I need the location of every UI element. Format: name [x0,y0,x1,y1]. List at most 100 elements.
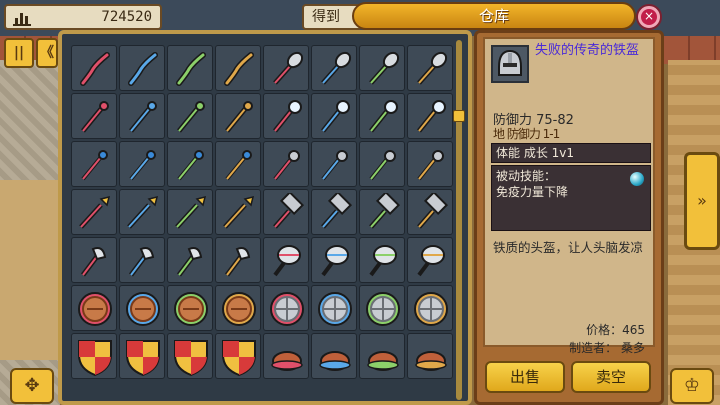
orbwand-icon [369,100,398,133]
item-name: 失败的传奇的铁盔 [535,43,640,58]
inventory-slot[interactable] [215,141,261,187]
rod-icon [225,150,252,181]
battleaxe-icon [273,245,301,277]
inventory-slot[interactable] [71,189,117,235]
kite-icon [222,340,256,377]
inventory-slot[interactable] [359,189,405,235]
axe-icon [177,247,203,277]
inventory-slot[interactable] [215,237,261,283]
inventory-slot[interactable] [359,237,405,283]
inventory-slot[interactable] [359,45,405,91]
item-maker: 制造者： 桑多 [569,341,645,355]
inventory-slot[interactable] [119,333,165,379]
inventory-slot[interactable] [407,141,453,187]
inventory-slot[interactable] [407,93,453,139]
inventory-slot[interactable] [263,141,309,187]
close-button[interactable]: × [636,4,662,30]
sell-all-button[interactable]: 卖空 [571,361,651,393]
inventory-slot[interactable] [311,45,357,91]
inventory-slot[interactable] [263,285,309,331]
inventory-slot[interactable] [359,333,405,379]
inventory-slot[interactable] [215,189,261,235]
orbwand-icon [321,100,350,133]
next-page-button[interactable]: » [684,152,720,250]
inventory-slot[interactable] [119,93,165,139]
skill-title: 被动技能： [496,169,557,183]
inventory-panel [58,30,472,405]
inventory-slot[interactable] [167,333,213,379]
inventory-slot[interactable] [407,237,453,283]
inventory-slot[interactable] [407,333,453,379]
inventory-slot[interactable] [407,189,453,235]
inventory-slot[interactable] [119,237,165,283]
skill-orb-icon[interactable] [630,172,644,186]
pause-button[interactable]: || [4,38,34,68]
inventory-slot[interactable] [167,45,213,91]
kite-icon [126,340,160,377]
item-detail-card: 失败的传奇的铁盔 防御力 75-82 地 防御力 1-1 体能 成长 1v1 被… [483,37,655,355]
inventory-slot[interactable] [407,45,453,91]
page-title: 仓库 [352,2,636,30]
inventory-scrollbar[interactable] [456,40,462,400]
inventory-slot[interactable] [407,285,453,331]
staff-icon [128,52,158,86]
inventory-slot[interactable] [311,285,357,331]
inventory-slot[interactable] [359,93,405,139]
inventory-slot[interactable] [71,285,117,331]
inventory-slot[interactable] [167,285,213,331]
inventory-slot[interactable] [311,93,357,139]
inventory-scroll-thumb[interactable] [453,110,465,122]
hammer-icon [273,193,305,229]
shield-icon [78,292,112,326]
inventory-slot[interactable] [359,285,405,331]
sell-button[interactable]: 出售 [485,361,565,393]
shield-icon [126,292,160,326]
inventory-slot[interactable] [215,93,261,139]
inventory-slot[interactable] [119,141,165,187]
inventory-slot[interactable] [167,141,213,187]
inventory-slot[interactable] [71,237,117,283]
inventory-slot[interactable] [167,93,213,139]
inventory-slot[interactable] [263,333,309,379]
item-description: 铁质的头盔，让人头脑发凉 [493,240,644,255]
orbwand-icon [273,100,302,133]
inventory-slot[interactable] [311,333,357,379]
inventory-slot[interactable] [119,45,165,91]
inventory-slot[interactable] [167,189,213,235]
inventory-slot[interactable] [263,237,309,283]
inventory-slot[interactable] [263,189,309,235]
inventory-slot[interactable] [119,189,165,235]
rod-icon [81,150,108,181]
inventory-slot[interactable] [311,141,357,187]
move-dpad-button[interactable]: ✥ [10,368,54,404]
inventory-slot[interactable] [215,45,261,91]
inventory-slot[interactable] [71,333,117,379]
kite-icon [78,340,112,377]
inventory-slot[interactable] [359,141,405,187]
spear-icon [175,195,207,229]
staff-icon [176,52,206,86]
item-defense-overlap: 地 防御力 1-1 [493,127,560,141]
item-price: 价格：465 [586,323,645,337]
collapse-tab-button[interactable]: 《 [36,38,58,68]
inventory-slot[interactable] [215,333,261,379]
inventory-slot[interactable] [311,189,357,235]
inventory-slot[interactable] [167,237,213,283]
inventory-slot[interactable] [71,45,117,91]
inventory-slot[interactable] [263,93,309,139]
inventory-slot[interactable] [215,285,261,331]
item-growth: 体能 成长 1v1 [491,143,651,163]
wand-icon [129,101,157,133]
mace-icon [369,150,396,181]
inventory-slot[interactable] [263,45,309,91]
staff-icon [80,52,110,86]
spear-icon [127,195,159,229]
crown-button[interactable]: ♔ [670,368,714,404]
inventory-slot[interactable] [71,141,117,187]
shovel-icon [417,51,448,85]
wand-icon [177,101,205,133]
inventory-slot[interactable] [119,285,165,331]
spear-icon [79,195,111,229]
inventory-slot[interactable] [71,93,117,139]
inventory-slot[interactable] [311,237,357,283]
